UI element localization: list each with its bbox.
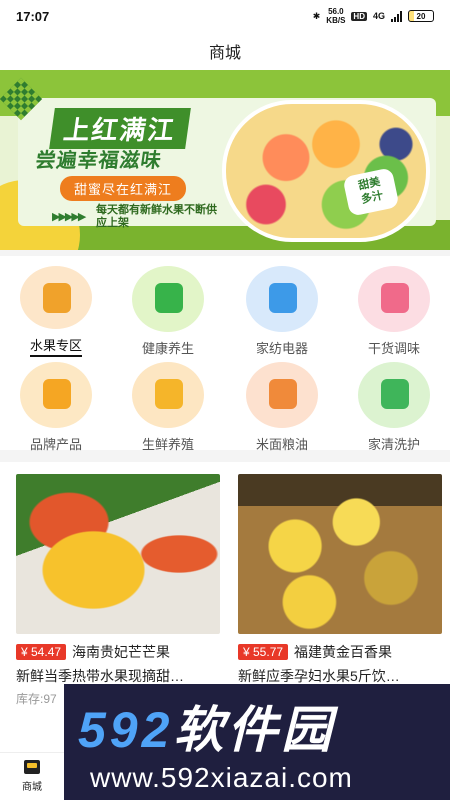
shop-icon [24,760,40,774]
banner-pill: 甜蜜尽在红满江 [60,176,187,201]
category-label: 品牌产品 [29,437,82,452]
product-title: 福建黄金百香果 [294,644,393,660]
price-tag: ¥ 55.77 [238,644,289,660]
cleaning-icon [381,379,409,409]
category-fresh[interactable]: 生鲜养殖 [112,356,224,453]
grain-icon [269,379,297,409]
category-circle [20,362,92,428]
category-label: 家纺电器 [255,341,308,356]
arrows-icon: ▶▶▶▶▶ [52,211,86,223]
product-subtitle: 新鲜应季孕妇水果5斤饮… [238,668,400,684]
signal-icon [391,10,402,22]
category-seasoning[interactable]: 干货调味 [338,260,450,357]
category-grid: 水果专区 健康养生 家纺电器 干货调味 品牌产品 生鲜养殖 米面粮油 家清洗护 [0,256,450,453]
product-image-mango [16,474,220,634]
brand-icon [43,379,71,409]
status-bar: 17:07 ✱ 56.0 KB/S HD 4G 20 [0,0,450,32]
category-label: 干货调味 [367,341,420,356]
product-image-passionfruit [238,474,442,634]
net-speed: 56.0 KB/S [326,7,346,25]
price-tag: ¥ 54.47 [16,644,67,660]
category-label: 健康养生 [141,341,194,356]
category-fruit[interactable]: 水果专区 [0,260,112,357]
tab-label: 商城 [22,782,42,793]
category-circle [246,362,318,428]
category-health[interactable]: 健康养生 [112,260,224,357]
page-title: 商城 [208,45,241,62]
hd-badge: HD [351,11,367,21]
product-title-row: ¥ 55.77 福建黄金百香果 [238,642,444,662]
product-subtitle: 新鲜当季热带水果现摘甜… [16,668,184,684]
watermark-url: www.592xiazai.com [90,762,353,793]
promo-banner[interactable]: 上红满江 尝遍幸福滋味 甜蜜尽在红满江 ▶▶▶▶▶ 每天都有新鲜水果不断供应上架… [0,70,450,250]
tab-shop[interactable]: 商城 [0,752,64,800]
product-title-row: ¥ 54.47 海南贵妃芒芒果 [16,642,222,662]
fruit-platter-image [222,100,430,242]
appliance-icon [269,283,297,313]
fruit-icon [43,283,71,313]
category-circle [132,362,204,428]
watermark-overlay: 592软件园 www.592xiazai.com [64,684,450,800]
category-circle [358,266,430,332]
banner-title: 上红满江 [49,108,191,149]
category-label: 水果专区 [29,335,82,357]
banner-subtitle: 尝遍幸福滋味 [34,150,164,172]
status-time: 17:07 [16,8,50,24]
network-type: 4G [372,11,385,21]
category-circle [132,266,204,332]
product-card[interactable]: ¥ 55.77 福建黄金百香果 新鲜应季孕妇水果5斤饮… [238,474,444,686]
category-circle [20,266,92,329]
page-header: 商城 [0,32,450,70]
watermark-logo: 592软件园 [78,702,336,758]
health-icon [155,283,183,313]
category-circle [358,362,430,428]
category-grain[interactable]: 米面粮油 [226,356,338,453]
banner-description: 每天都有新鲜水果不断供应上架 [96,204,217,229]
seasoning-icon [381,283,409,313]
category-label: 生鲜养殖 [141,437,194,452]
status-icons: ✱ 56.0 KB/S HD 4G 20 [313,7,434,25]
category-cleaning[interactable]: 家清洗护 [338,356,450,453]
product-card[interactable]: ¥ 54.47 海南贵妃芒芒果 新鲜当季热带水果现摘甜… 库存:97 [16,474,222,707]
category-label: 家清洗护 [367,437,420,452]
battery-icon: 20 [408,10,434,22]
product-title: 海南贵妃芒芒果 [72,644,171,660]
category-appliance[interactable]: 家纺电器 [226,260,338,357]
fresh-icon [155,379,183,409]
bluetooth-icon: ✱ [312,10,321,21]
category-brand[interactable]: 品牌产品 [0,356,112,453]
category-circle [246,266,318,332]
category-label: 米面粮油 [255,437,308,452]
